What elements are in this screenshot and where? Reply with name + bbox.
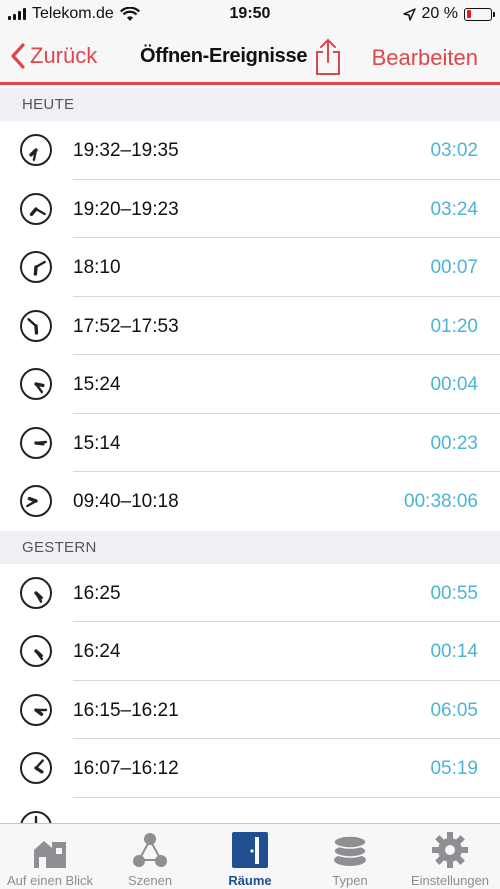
clock-icon [20, 576, 52, 609]
section-header: GESTERN [0, 530, 500, 564]
tab-gear[interactable]: Einstellungen [400, 824, 500, 889]
event-duration: 00:55 [430, 582, 478, 604]
event-row[interactable]: 17:52–17:53 01:20 [0, 296, 500, 355]
event-row[interactable]: 16:07–16:12 05:19 [0, 739, 500, 798]
clock-icon [20, 752, 52, 784]
event-row[interactable]: 16:15–16:21 06:05 [0, 680, 500, 739]
tab-bar: Auf einen Blick Szenen Räume Typen Einstellu… [0, 823, 500, 889]
chevron-left-icon [11, 43, 25, 69]
layers-icon [330, 830, 370, 870]
event-time: 16:24 [73, 641, 121, 662]
event-time: 17:52–17:53 [73, 315, 179, 337]
event-time: 19:32–19:35 [73, 140, 179, 161]
event-time: 16:25 [73, 582, 121, 604]
battery-icon [464, 7, 495, 21]
event-duration: 03:02 [430, 140, 478, 161]
tab-label: Einstellungen [410, 873, 490, 888]
event-list[interactable]: HEUTE 19:32–19:35 03:02 19:20–19:23 03:24 18:… [0, 88, 500, 823]
event-time: 09:40–10:18 [73, 491, 179, 512]
event-duration: 00:14 [430, 641, 478, 662]
event-duration: 06:05 [430, 699, 478, 721]
back-button[interactable]: Zurück [10, 43, 97, 69]
event-time: 19:20–19:23 [73, 198, 179, 220]
tab-label: Räume [228, 873, 272, 888]
event-duration: 05:19 [430, 758, 478, 779]
tab-label: Szenen [127, 873, 173, 888]
battery-percent: 20 % [421, 5, 458, 22]
share-icon [316, 39, 340, 75]
event-row[interactable]: 09:40–10:18 00:38:06 [0, 472, 500, 531]
event-row[interactable]: 18:10 00:07 [0, 238, 500, 297]
event-duration: 01:20 [430, 315, 478, 337]
status-right: 20 % [402, 5, 495, 23]
house-icon [30, 830, 70, 870]
event-row[interactable]: 19:20–19:23 03:24 [0, 179, 500, 238]
tab-house[interactable]: Auf einen Blick [0, 824, 100, 889]
edit-button[interactable]: Bearbeiten [372, 45, 478, 71]
event-row[interactable]: 16:25 00:55 [0, 563, 500, 622]
clock-icon [20, 309, 52, 342]
location-arrow-icon [402, 7, 416, 21]
event-row[interactable] [0, 797, 500, 823]
clock-icon [20, 426, 52, 459]
back-label: Zurück [30, 43, 98, 68]
door-icon [230, 830, 270, 870]
event-duration: 00:04 [430, 374, 478, 395]
clock-icon [20, 192, 52, 225]
status-bar: Telekom.de 19:50 20 % [0, 0, 500, 30]
event-duration: 00:23 [430, 432, 478, 454]
clock-icon [20, 134, 52, 166]
clock-icon [20, 251, 52, 283]
share-button[interactable] [313, 38, 343, 81]
event-row[interactable]: 16:24 00:14 [0, 622, 500, 681]
event-duration: 00:07 [430, 257, 478, 278]
event-time: 15:14 [73, 432, 121, 454]
tab-layers[interactable]: Typen [300, 824, 400, 889]
tab-door[interactable]: Räume [200, 824, 300, 889]
clock-icon [20, 485, 52, 517]
event-time: 18:10 [73, 257, 121, 278]
event-row[interactable]: 19:32–19:35 03:02 [0, 121, 500, 180]
event-row[interactable]: 15:24 00:04 [0, 355, 500, 414]
event-time: 15:24 [73, 374, 121, 395]
event-time: 16:07–16:12 [73, 758, 179, 779]
clock-icon [20, 368, 52, 400]
clock-icon [20, 635, 52, 667]
tab-label: Auf einen Blick [7, 873, 93, 888]
event-row[interactable]: 15:14 00:23 [0, 413, 500, 472]
section-header: HEUTE [0, 88, 500, 121]
tab-scenes[interactable]: Szenen [100, 824, 200, 889]
page-title: Öffnen-Ereignisse [140, 45, 308, 67]
event-time: 16:15–16:21 [73, 699, 179, 721]
clock-icon [20, 810, 52, 823]
tab-label: Typen [332, 873, 368, 888]
event-duration: 03:24 [430, 198, 478, 220]
battery-fill [466, 10, 472, 18]
gear-icon [430, 830, 470, 870]
clock-icon [20, 693, 52, 726]
navigation-bar: Zurück Öffnen-Ereignisse Bearbeiten [0, 30, 500, 85]
scenes-icon [130, 830, 170, 870]
event-duration: 00:38:06 [404, 491, 478, 512]
